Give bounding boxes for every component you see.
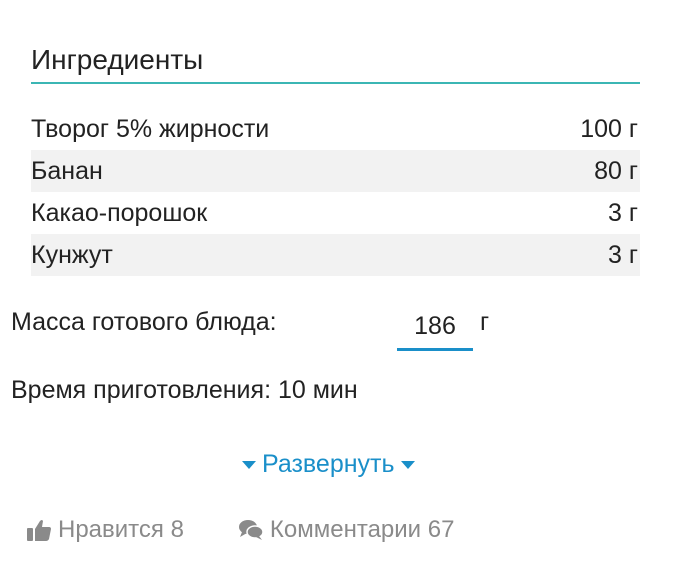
ingredient-row: Какао-порошок 3 г — [31, 192, 640, 234]
title-underline — [31, 82, 640, 84]
likes-label: Нравится 8 — [58, 516, 184, 543]
ingredient-name: Какао-порошок — [31, 198, 208, 227]
dish-mass-unit: г — [480, 308, 490, 336]
caret-down-icon — [400, 460, 415, 469]
caret-down-icon — [242, 460, 256, 469]
ingredient-name: Кунжут — [31, 240, 113, 269]
ingredient-row: Творог 5% жирности 100 г — [31, 108, 640, 150]
comments-icon — [238, 518, 264, 542]
likes-button[interactable]: Нравится 8 — [26, 516, 184, 544]
ingredients-table: Творог 5% жирности 100 г Банан 80 г Кака… — [31, 108, 640, 276]
dish-mass-row: Масса готового блюда: г — [11, 304, 511, 352]
comments-label: Комментарии 67 — [269, 516, 455, 543]
expand-label: Развернуть — [262, 450, 395, 478]
dish-mass-label: Масса готового блюда: — [11, 308, 277, 336]
thumbs-up-icon — [26, 518, 52, 542]
ingredient-row: Банан 80 г — [31, 150, 640, 192]
ingredient-name: Банан — [31, 156, 103, 185]
ingredients-title: Ингредиенты — [31, 44, 204, 75]
ingredient-amount: 3 г — [608, 198, 638, 227]
ingredient-row: Кунжут 3 г — [31, 234, 640, 276]
cooking-time: Время приготовления: 10 мин — [11, 376, 358, 404]
recipe-details: Ингредиенты Творог 5% жирности 100 г Бан… — [0, 0, 680, 572]
ingredient-amount: 100 г — [580, 114, 638, 143]
dish-mass-input[interactable] — [397, 304, 473, 351]
comments-button[interactable]: Комментарии 67 — [238, 516, 455, 544]
expand-button[interactable]: Развернуть — [236, 450, 421, 479]
ingredient-name: Творог 5% жирности — [31, 114, 270, 143]
ingredient-amount: 80 г — [594, 156, 638, 185]
ingredient-amount: 3 г — [608, 240, 638, 269]
recipe-footer: Нравится 8 Комментарии 67 — [26, 516, 454, 544]
